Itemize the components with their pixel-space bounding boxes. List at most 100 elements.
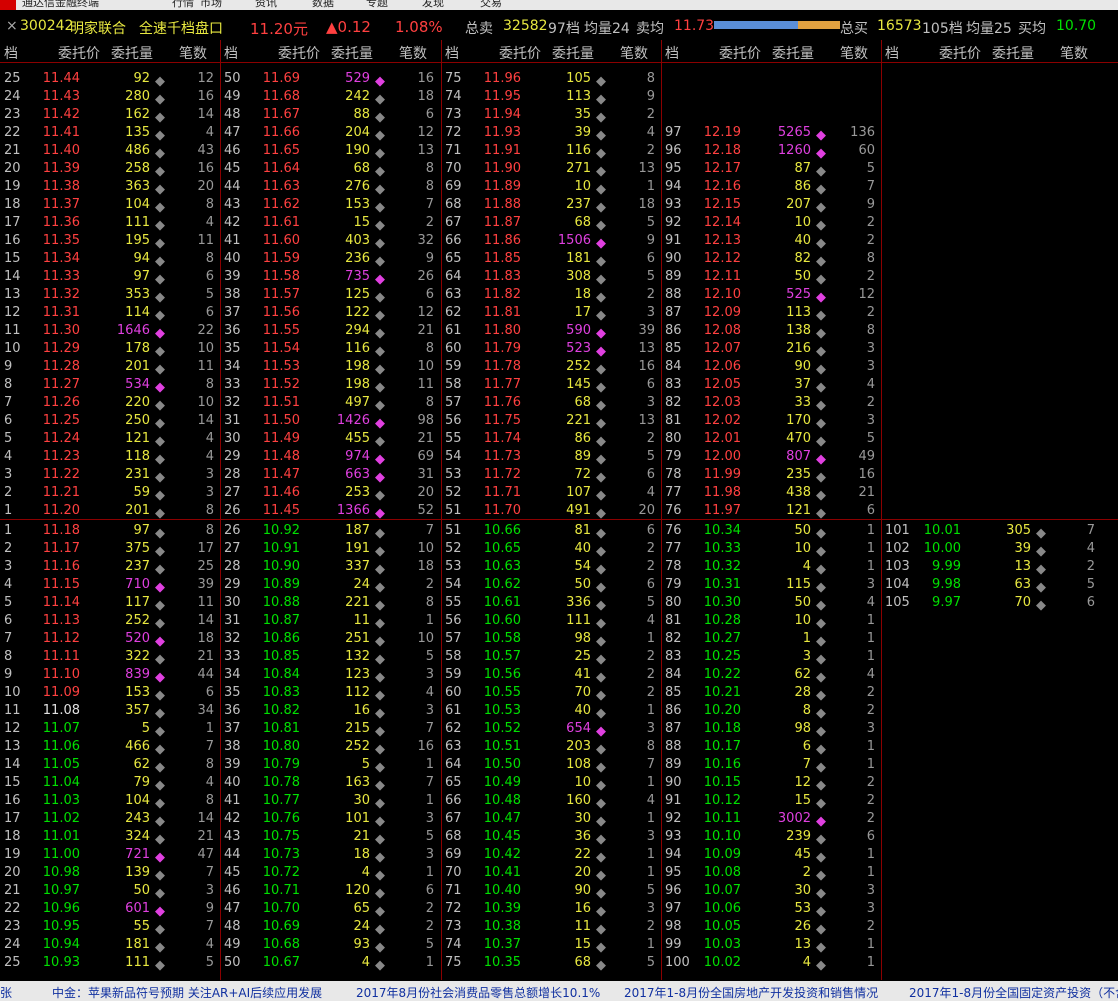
buy-row[interactable]: 92 10.11 3002 ◆ 2 [661, 810, 881, 829]
buy-row[interactable]: 31 10.87 11 ◆ 1 [220, 612, 440, 631]
sell-row[interactable]: 18 11.37 104 ◆ 8 [0, 196, 220, 215]
header-price[interactable]: 委托价 [939, 43, 981, 63]
sell-row[interactable]: 93 12.15 207 ◆ 9 [661, 196, 881, 215]
buy-row[interactable]: 69 10.42 22 ◆ 1 [441, 846, 661, 865]
buy-row[interactable]: 24 10.94 181 ◆ 4 [0, 936, 220, 955]
buy-row[interactable]: 14 11.05 62 ◆ 8 [0, 756, 220, 775]
buy-row[interactable]: 83 10.25 3 ◆ 1 [661, 648, 881, 667]
sell-row[interactable]: 51 11.70 491 ◆ 20 [441, 502, 661, 521]
buy-row[interactable]: 3 11.16 237 ◆ 25 [0, 558, 220, 577]
menu-market[interactable]: 市场 [200, 0, 222, 10]
sell-row[interactable]: 46 11.65 190 ◆ 13 [220, 142, 440, 161]
sell-row[interactable]: 33 11.52 198 ◆ 11 [220, 376, 440, 395]
sell-row[interactable]: 57 11.76 68 ◆ 3 [441, 394, 661, 413]
sell-row[interactable]: 3 11.22 231 ◆ 3 [0, 466, 220, 485]
buy-row[interactable]: 90 10.15 12 ◆ 2 [661, 774, 881, 793]
buy-row[interactable]: 41 10.77 30 ◆ 1 [220, 792, 440, 811]
sell-row[interactable]: 66 11.86 1506 ◆ 9 [441, 232, 661, 251]
buy-row[interactable]: 88 10.17 6 ◆ 1 [661, 738, 881, 757]
header-volume[interactable]: 委托量 [992, 43, 1034, 63]
sell-row[interactable]: 65 11.85 181 ◆ 6 [441, 250, 661, 269]
buy-row[interactable]: 16 11.03 104 ◆ 8 [0, 792, 220, 811]
buy-row[interactable]: 54 10.62 50 ◆ 6 [441, 576, 661, 595]
buy-row[interactable]: 32 10.86 251 ◆ 10 [220, 630, 440, 649]
news-item[interactable]: 2017年1-8月份全国房地产开发投资和销售情况 [624, 984, 878, 1001]
sell-row[interactable]: 31 11.50 1426 ◆ 98 [220, 412, 440, 431]
buy-row[interactable]: 68 10.45 36 ◆ 3 [441, 828, 661, 847]
sell-row[interactable]: 85 12.07 216 ◆ 3 [661, 340, 881, 359]
sell-row[interactable]: 44 11.63 276 ◆ 8 [220, 178, 440, 197]
sell-row[interactable]: 70 11.90 271 ◆ 13 [441, 160, 661, 179]
menu-topics[interactable]: 专题 [366, 0, 388, 10]
buy-row[interactable]: 79 10.31 115 ◆ 3 [661, 576, 881, 595]
buy-row[interactable]: 102 10.00 39 ◆ 4 [881, 540, 1101, 559]
buy-row[interactable]: 11 11.08 357 ◆ 34 [0, 702, 220, 721]
sell-row[interactable]: 39 11.58 735 ◆ 26 [220, 268, 440, 287]
buy-row[interactable]: 10 11.09 153 ◆ 6 [0, 684, 220, 703]
sell-row[interactable]: 14 11.33 97 ◆ 6 [0, 268, 220, 287]
header-price[interactable]: 委托价 [58, 43, 100, 63]
sell-row[interactable]: 12 11.31 114 ◆ 6 [0, 304, 220, 323]
buy-row[interactable]: 67 10.47 30 ◆ 1 [441, 810, 661, 829]
news-item[interactable]: 2017年1-8月份全国固定资产投资（不含 [909, 984, 1118, 1001]
sell-row[interactable]: 38 11.57 125 ◆ 6 [220, 286, 440, 305]
buy-row[interactable]: 33 10.85 132 ◆ 5 [220, 648, 440, 667]
sell-row[interactable]: 92 12.14 10 ◆ 2 [661, 214, 881, 233]
sell-row[interactable]: 5 11.24 121 ◆ 4 [0, 430, 220, 449]
buy-row[interactable]: 53 10.63 54 ◆ 2 [441, 558, 661, 577]
close-panel-icon[interactable]: × [6, 18, 18, 34]
buy-row[interactable]: 98 10.05 26 ◆ 2 [661, 918, 881, 937]
buy-row[interactable]: 36 10.82 16 ◆ 3 [220, 702, 440, 721]
sell-row[interactable]: 79 12.00 807 ◆ 49 [661, 448, 881, 467]
header-volume[interactable]: 委托量 [552, 43, 594, 63]
sell-row[interactable]: 69 11.89 10 ◆ 1 [441, 178, 661, 197]
buy-row[interactable]: 65 10.49 10 ◆ 1 [441, 774, 661, 793]
header-count[interactable]: 笔数 [179, 43, 207, 63]
sell-row[interactable]: 23 11.42 162 ◆ 14 [0, 106, 220, 125]
buy-row[interactable]: 59 10.56 41 ◆ 2 [441, 666, 661, 685]
sell-row[interactable]: 90 12.12 82 ◆ 8 [661, 250, 881, 269]
sell-row[interactable]: 72 11.93 39 ◆ 4 [441, 124, 661, 143]
buy-row[interactable]: 91 10.12 15 ◆ 2 [661, 792, 881, 811]
buy-row[interactable]: 74 10.37 15 ◆ 1 [441, 936, 661, 955]
news-item[interactable]: 张 [0, 984, 12, 1001]
buy-row[interactable]: 71 10.40 90 ◆ 5 [441, 882, 661, 901]
sell-row[interactable]: 81 12.02 170 ◆ 3 [661, 412, 881, 431]
buy-row[interactable]: 100 10.02 4 ◆ 1 [661, 954, 881, 973]
buy-row[interactable]: 77 10.33 10 ◆ 1 [661, 540, 881, 559]
buy-row[interactable]: 56 10.60 111 ◆ 4 [441, 612, 661, 631]
sell-row[interactable]: 91 12.13 40 ◆ 2 [661, 232, 881, 251]
buy-row[interactable]: 76 10.34 50 ◆ 1 [661, 522, 881, 541]
sell-row[interactable]: 22 11.41 135 ◆ 4 [0, 124, 220, 143]
sell-row[interactable]: 34 11.53 198 ◆ 10 [220, 358, 440, 377]
sell-row[interactable]: 67 11.87 68 ◆ 5 [441, 214, 661, 233]
sell-row[interactable]: 30 11.49 455 ◆ 21 [220, 430, 440, 449]
sell-row[interactable]: 73 11.94 35 ◆ 2 [441, 106, 661, 125]
sell-row[interactable]: 62 11.81 17 ◆ 3 [441, 304, 661, 323]
buy-row[interactable]: 25 10.93 111 ◆ 5 [0, 954, 220, 973]
sell-row[interactable]: 54 11.73 89 ◆ 5 [441, 448, 661, 467]
sell-row[interactable]: 78 11.99 235 ◆ 16 [661, 466, 881, 485]
sell-row[interactable]: 40 11.59 236 ◆ 9 [220, 250, 440, 269]
buy-row[interactable]: 13 11.06 466 ◆ 7 [0, 738, 220, 757]
sell-row[interactable]: 96 12.18 1260 ◆ 60 [661, 142, 881, 161]
buy-row[interactable]: 86 10.20 8 ◆ 2 [661, 702, 881, 721]
buy-row[interactable]: 105 9.97 70 ◆ 6 [881, 594, 1101, 613]
menu-news[interactable]: 资讯 [255, 0, 277, 10]
buy-row[interactable]: 2 11.17 375 ◆ 17 [0, 540, 220, 559]
header-level[interactable]: 档 [4, 43, 18, 63]
sell-row[interactable]: 94 12.16 86 ◆ 7 [661, 178, 881, 197]
sell-row[interactable]: 13 11.32 353 ◆ 5 [0, 286, 220, 305]
buy-row[interactable]: 18 11.01 324 ◆ 21 [0, 828, 220, 847]
sell-row[interactable]: 64 11.83 308 ◆ 5 [441, 268, 661, 287]
sell-row[interactable]: 4 11.23 118 ◆ 4 [0, 448, 220, 467]
sell-row[interactable]: 7 11.26 220 ◆ 10 [0, 394, 220, 413]
buy-row[interactable]: 30 10.88 221 ◆ 8 [220, 594, 440, 613]
buy-row[interactable]: 94 10.09 45 ◆ 1 [661, 846, 881, 865]
buy-row[interactable]: 49 10.68 93 ◆ 5 [220, 936, 440, 955]
buy-row[interactable]: 82 10.27 1 ◆ 1 [661, 630, 881, 649]
buy-row[interactable]: 58 10.57 25 ◆ 2 [441, 648, 661, 667]
buy-row[interactable]: 35 10.83 112 ◆ 4 [220, 684, 440, 703]
buy-row[interactable]: 43 10.75 21 ◆ 5 [220, 828, 440, 847]
sell-row[interactable]: 26 11.45 1366 ◆ 52 [220, 502, 440, 521]
